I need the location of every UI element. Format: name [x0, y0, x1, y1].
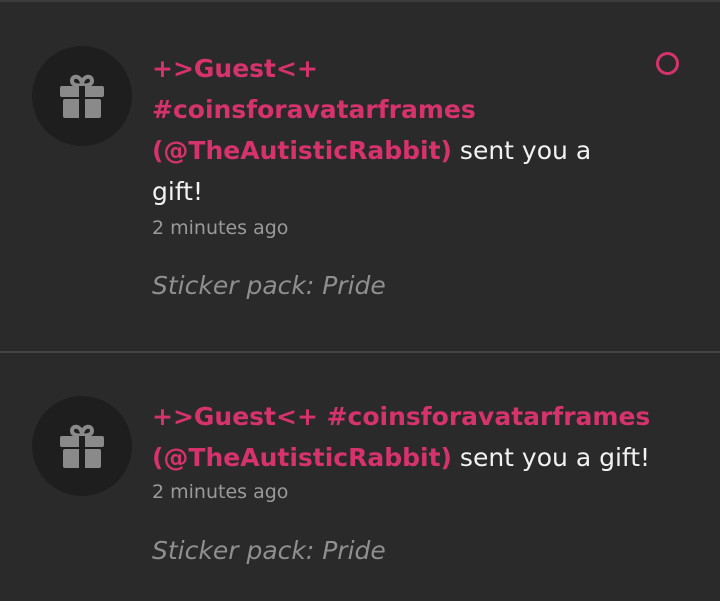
- notification-action-text: sent you a gift!: [451, 443, 651, 472]
- notification-content: +>Guest<+ #coinsforavatarframes (@TheAut…: [152, 396, 692, 566]
- gift-detail: Sticker pack: Pride: [152, 271, 386, 300]
- gift-icon: [60, 74, 104, 118]
- notification-content: +>Guest<+ #coinsforavatarframes (@TheAut…: [152, 48, 622, 301]
- notification-message: +>Guest<+ #coinsforavatarframes (@TheAut…: [152, 48, 622, 212]
- notification-message: +>Guest<+ #coinsforavatarframes (@TheAut…: [152, 396, 692, 478]
- notification-item[interactable]: +>Guest<+ #coinsforavatarframes (@TheAut…: [0, 354, 720, 601]
- notification-feed: +>Guest<+ #coinsforavatarframes (@TheAut…: [0, 0, 720, 601]
- unread-indicator: [656, 52, 679, 75]
- gift-detail: Sticker pack: Pride: [152, 536, 386, 565]
- gift-avatar: [32, 396, 132, 496]
- timestamp: 2 minutes ago: [152, 217, 289, 239]
- sender-name[interactable]: +>Guest<+ #coinsforavatarframes (@TheAut…: [152, 54, 476, 165]
- gift-avatar: [32, 46, 132, 146]
- gift-icon: [60, 424, 104, 468]
- notification-divider: [0, 351, 720, 353]
- timestamp: 2 minutes ago: [152, 481, 289, 503]
- notification-item[interactable]: +>Guest<+ #coinsforavatarframes (@TheAut…: [0, 2, 720, 352]
